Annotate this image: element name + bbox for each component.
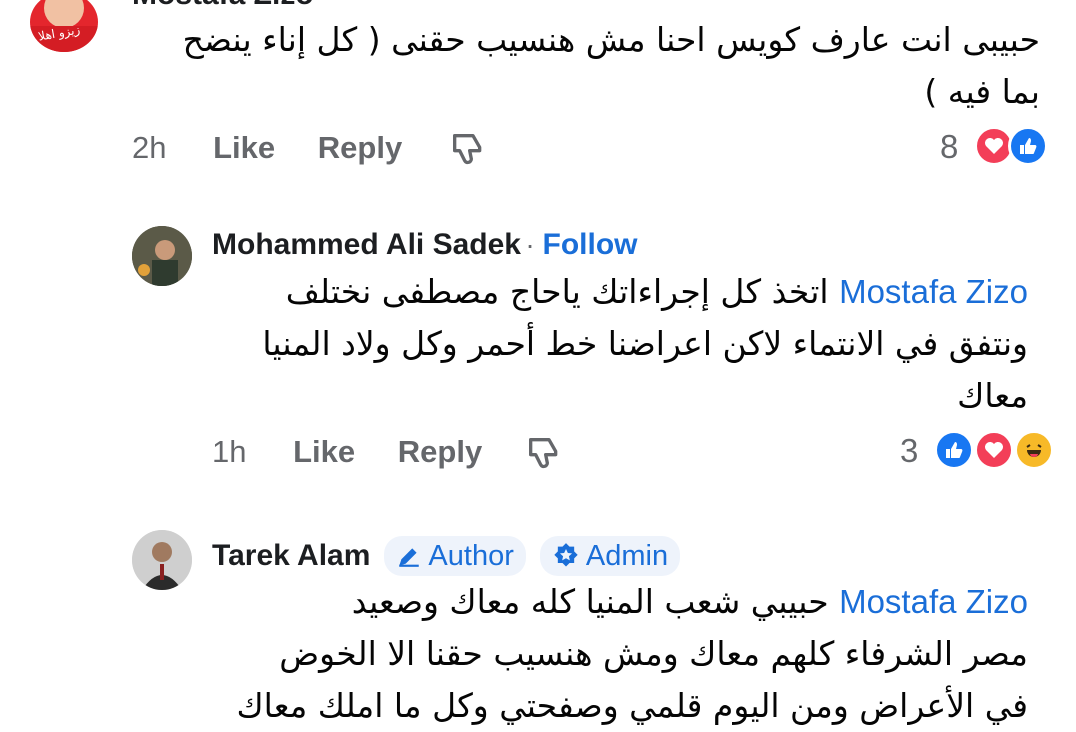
comment-text: حبيبى انت عارف كويس احنا مش هنسيب حقنى (…	[120, 14, 1040, 118]
like-button[interactable]: Like	[213, 130, 275, 165]
reaction-count[interactable]: 3	[900, 432, 918, 470]
avatar-mohammed-ali-sadek[interactable]	[132, 226, 192, 286]
comment-line: في الأعراض ومن اليوم قلمي وصفحتي وكل ما …	[236, 686, 1028, 725]
reply-button[interactable]: Reply	[318, 130, 402, 165]
comment-line: معاك	[957, 376, 1028, 415]
comment-line: مصر الشرفاء كلهم معاك ومش هنسيب حقنا الا…	[279, 634, 1028, 673]
comment-text: Mostafa Zizo اتخذ كل إجراءاتك ياحاج مصطف…	[198, 266, 1028, 422]
heart-reaction-icon	[974, 430, 1014, 470]
pencil-icon	[399, 548, 420, 567]
admin-badge-label: Admin	[585, 539, 669, 572]
reply-button[interactable]: Reply	[398, 434, 482, 469]
avatar-tarek-alam[interactable]	[132, 530, 192, 590]
author-badge: Author	[384, 536, 526, 576]
comment-line: Mostafa Zizo حبيبي شعب المنيا كله معاك و…	[351, 582, 1028, 621]
reaction-icons[interactable]	[934, 430, 1058, 470]
reaction-icons[interactable]	[974, 126, 1058, 166]
follow-button[interactable]: Follow	[543, 228, 638, 261]
admin-badge: Admin	[539, 536, 681, 576]
comment-actions: 1h Like Reply	[212, 434, 482, 470]
comment-line: Mostafa Zizo اتخذ كل إجراءاتك ياحاج مصطف…	[285, 272, 1028, 311]
comment-line: حبيبى انت عارف كويس احنا مش هنسيب حقنى (…	[182, 20, 1040, 59]
like-button[interactable]: Like	[293, 434, 355, 469]
dislike-icon[interactable]	[448, 128, 488, 175]
comment-actions: 2h Like Reply	[132, 130, 402, 166]
separator-dot: ·	[525, 229, 543, 260]
comment-time[interactable]: 2h	[132, 130, 166, 165]
comment-header: Tarek Alam Author Admin	[212, 536, 681, 576]
comment-author[interactable]: Mostafa Zizo	[132, 0, 314, 12]
avatar-mostafa-zizo[interactable]: زيزو اهلا	[30, 0, 98, 52]
like-reaction-icon	[1008, 126, 1048, 166]
comment-time[interactable]: 1h	[212, 434, 246, 469]
comment-author[interactable]: Mohammed Ali Sadek	[212, 228, 521, 261]
comment-line: بما فيه )	[924, 72, 1040, 111]
mention-link[interactable]: Mostafa Zizo	[839, 273, 1028, 310]
comment-text: Mostafa Zizo حبيبي شعب المنيا كله معاك و…	[198, 576, 1028, 732]
mention-link[interactable]: Mostafa Zizo	[839, 583, 1028, 620]
comment-line: ونتفق في الانتماء لاكن اعراضنا خط أحمر و…	[262, 324, 1028, 363]
admin-star-icon	[554, 543, 578, 567]
like-reaction-icon	[934, 430, 974, 470]
dislike-icon[interactable]	[524, 432, 564, 479]
comment-author[interactable]: Tarek Alam	[212, 539, 370, 573]
haha-reaction-icon	[1014, 430, 1054, 470]
reaction-count[interactable]: 8	[940, 128, 958, 166]
author-badge-label: Author	[428, 539, 514, 572]
comment-header: Mohammed Ali Sadek · Follow	[212, 228, 638, 262]
